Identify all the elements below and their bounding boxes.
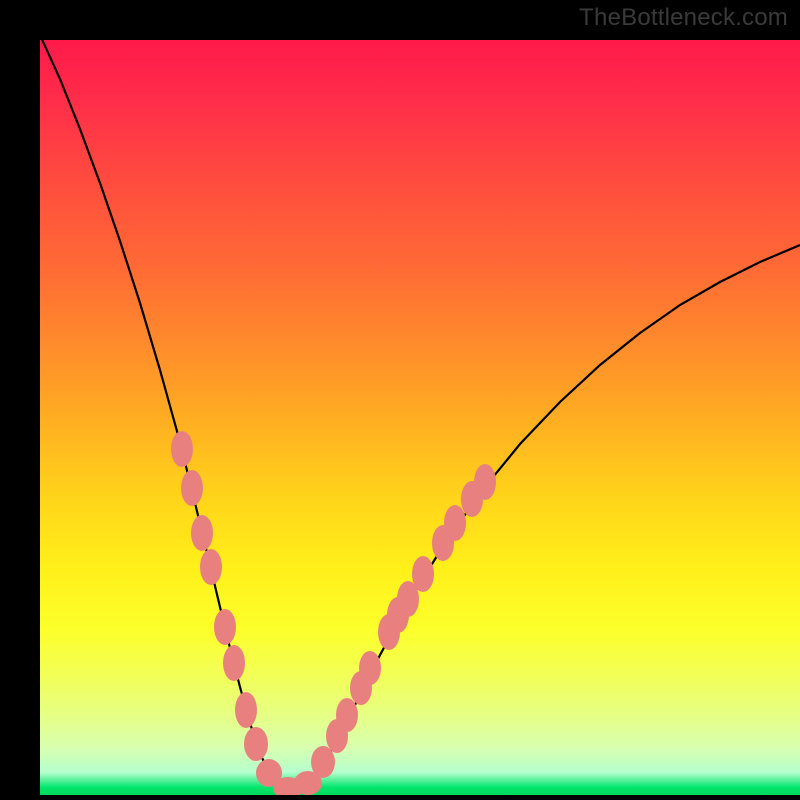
watermark-text: TheBottleneck.com <box>579 4 788 32</box>
chart-container: TheBottleneck.com <box>0 0 800 800</box>
data-marker <box>359 651 381 685</box>
data-marker <box>214 609 236 645</box>
marker-group <box>171 431 496 795</box>
main-curve <box>40 40 800 790</box>
data-marker <box>200 549 222 585</box>
data-marker <box>235 692 257 728</box>
data-marker <box>181 470 203 506</box>
data-marker <box>191 515 213 551</box>
plot-area <box>40 40 800 795</box>
data-marker <box>412 556 434 592</box>
data-marker <box>474 464 496 500</box>
data-marker <box>336 698 358 732</box>
data-marker <box>311 746 335 778</box>
data-marker <box>171 431 193 467</box>
data-marker <box>244 727 268 761</box>
data-marker <box>444 505 466 541</box>
data-marker <box>223 645 245 681</box>
chart-svg <box>40 40 800 795</box>
